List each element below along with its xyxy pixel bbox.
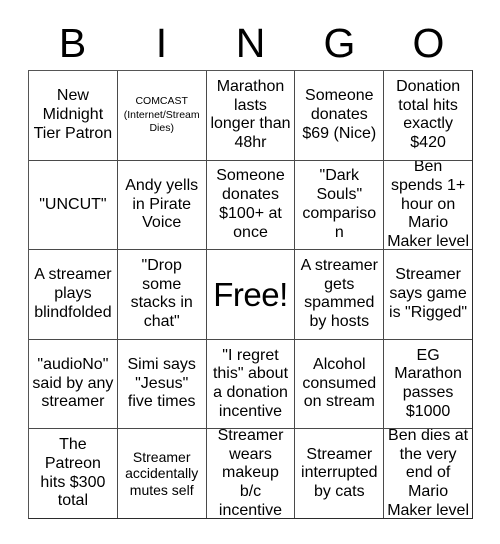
bingo-row: New Midnight Tier Patron COMCAST (Intern… [29,71,472,160]
bingo-square-text: Ben dies at the very end of Mario Maker … [387,429,469,518]
bingo-square-text: A streamer plays blindfolded [34,266,112,321]
bingo-square-text: "Dark Souls" comparison [302,167,377,241]
bingo-square[interactable]: "UNCUT" [29,160,117,250]
bingo-square-text: "audioNo" said by any streamer [32,356,114,411]
bingo-square[interactable]: "audioNo" said by any streamer [29,339,117,429]
bingo-row: "audioNo" said by any streamer Simi says… [29,338,472,429]
bingo-square-text: The Patreon hits $300 total [40,436,106,510]
header-letter-n: N [235,19,266,66]
bingo-square[interactable]: EG Marathon passes $1000 [383,339,472,429]
bingo-square-text: Marathon lasts longer than 48hr [210,77,291,152]
bingo-square-text: Alcohol consumed on stream [302,356,377,411]
bingo-square[interactable]: Donation total hits exactly $420 [383,71,472,160]
bingo-square-text: "Drop some stacks in chat" [130,257,193,331]
bingo-square-text: "UNCUT" [39,195,107,213]
bingo-row: The Patreon hits $300 total Streamer acc… [29,428,472,518]
bingo-square-text: Donation total hits exactly $420 [396,77,461,152]
bingo-square-text: Someone donates $100+ at once [216,167,285,241]
bingo-square-text: "I regret this" about a donation incenti… [212,346,289,420]
bingo-square-text: COMCAST (Internet/Stream Dies) [123,95,200,135]
bingo-square[interactable]: "Dark Souls" comparison [294,160,384,250]
header-letter-g: G [323,19,356,66]
bingo-square-text: Free! [213,275,288,313]
bingo-square-text: Streamer interrupted by cats [301,445,378,501]
bingo-square[interactable]: Andy yells in Pirate Voice [116,160,206,250]
bingo-square-free[interactable]: Free! [205,250,295,339]
bingo-square-text: Ben spends 1+ hour on Mario Maker level [387,160,469,250]
bingo-square-text: Streamer says game is "Rigged" [389,266,468,321]
bingo-square-text: A streamer gets spammed by hosts [300,257,378,331]
bingo-square[interactable]: Streamer accidentally mutes self [116,429,206,518]
header-letter-i: I [155,19,168,66]
header-letter-b: B [58,19,87,66]
bingo-square[interactable]: New Midnight Tier Patron [29,71,117,160]
bingo-square[interactable]: A streamer gets spammed by hosts [294,250,384,339]
bingo-row: A streamer plays blindfolded "Drop some … [29,249,472,339]
bingo-square[interactable]: Alcohol consumed on stream [294,339,384,429]
bingo-square-text: Someone donates $69 (Nice) [302,87,377,142]
bingo-square[interactable]: Ben spends 1+ hour on Mario Maker level [383,160,472,250]
bingo-row: "UNCUT" Andy yells in Pirate Voice Someo… [29,159,472,250]
bingo-square[interactable]: The Patreon hits $300 total [29,429,117,518]
bingo-square[interactable]: "Drop some stacks in chat" [116,250,206,339]
bingo-header: B I N G O [28,16,473,70]
header-letter-o: O [412,19,445,66]
bingo-square-text: Streamer wears makeup b/c incentive [217,429,284,518]
bingo-square[interactable]: COMCAST (Internet/Stream Dies) [116,71,206,160]
bingo-square[interactable]: Streamer wears makeup b/c incentive [205,429,295,518]
bingo-square[interactable]: Streamer says game is "Rigged" [383,250,472,339]
bingo-square[interactable]: Someone donates $100+ at once [205,160,295,250]
bingo-square-text: Simi says "Jesus" five times [127,356,196,411]
bingo-square-text: New Midnight Tier Patron [33,87,113,142]
bingo-grid: New Midnight Tier Patron COMCAST (Intern… [28,70,473,519]
bingo-card: B I N G O New Midnight Tier Patron COMCA… [0,0,500,544]
bingo-square[interactable]: "I regret this" about a donation incenti… [205,339,295,429]
bingo-square[interactable]: Marathon lasts longer than 48hr [205,71,295,160]
bingo-square[interactable]: A streamer plays blindfolded [29,250,117,339]
bingo-square[interactable]: Ben dies at the very end of Mario Maker … [383,429,472,518]
bingo-square[interactable]: Streamer interrupted by cats [294,429,384,518]
bingo-square[interactable]: Someone donates $69 (Nice) [294,71,384,160]
bingo-square-text: EG Marathon passes $1000 [394,346,462,420]
bingo-square-text: Andy yells in Pirate Voice [125,176,199,232]
bingo-square-text: Streamer accidentally mutes self [125,448,199,498]
bingo-square[interactable]: Simi says "Jesus" five times [116,339,206,429]
